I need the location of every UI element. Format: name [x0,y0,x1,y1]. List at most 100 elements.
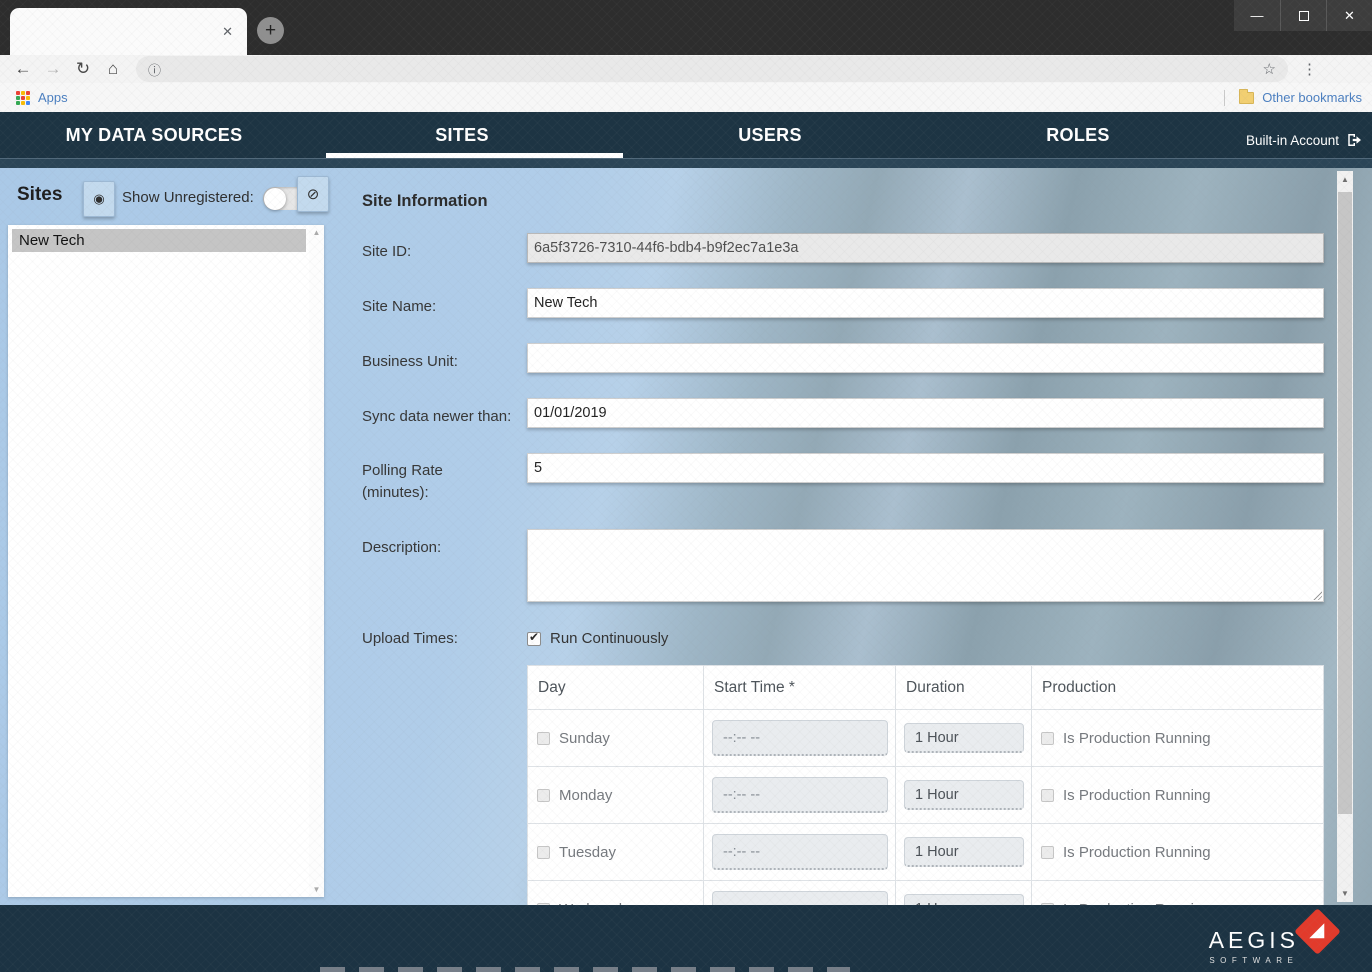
show-unregistered-label: Show Unregistered: [122,189,254,206]
account-area[interactable]: Built-in Account [1246,112,1364,158]
bookmark-star-icon[interactable]: ☆ [1263,60,1276,78]
production-checkbox[interactable] [1041,732,1054,745]
page-title: Site Information [362,192,488,211]
site-name-label: Site Name: [362,296,512,318]
upload-times-table: Day Start Time * Duration Production Sun… [527,665,1324,905]
table-row-duration-cell: 1 Hour [896,710,1032,767]
table-row-day-cell: Tuesday [528,824,704,881]
back-icon[interactable]: ← [8,59,38,79]
duration-select[interactable]: 1 Hour [904,723,1024,753]
nav-tab-sites[interactable]: SITES [308,112,616,158]
table-row-production-cell: Is Production Running [1032,710,1324,767]
block-icon: ⊘ [307,185,320,203]
business-unit-field[interactable] [527,343,1324,373]
table-row-day-cell: Monday [528,767,704,824]
description-field[interactable] [527,529,1324,602]
table-row-time-cell [704,881,896,905]
column-header-duration: Duration [896,666,1032,710]
home-icon[interactable]: ⌂ [98,59,128,79]
new-tab-button[interactable]: + [257,17,284,44]
duration-select[interactable]: 1 Hour [904,837,1024,867]
content-area: Sites ◉ Show Unregistered: ⊘ New Tech ▲ … [0,168,1372,905]
start-time-field[interactable] [712,834,888,870]
logo-diamond-icon [1294,908,1341,955]
browser-menu-icon[interactable]: ⋮ [1302,60,1317,78]
sites-settings-button[interactable]: ◉ [83,181,115,217]
maximize-button[interactable] [1280,0,1326,31]
sync-newer-field[interactable] [527,398,1324,428]
toggle-knob[interactable] [264,188,286,210]
gear-icon: ◉ [93,191,104,207]
main-scrollbar[interactable]: ▲ ▼ [1337,171,1353,902]
active-tab-underline [326,153,623,158]
duration-select[interactable]: 1 Hour [904,780,1024,810]
close-button[interactable]: ✕ [1326,0,1372,31]
day-label: Tuesday [559,844,616,861]
day-label: Sunday [559,730,610,747]
site-list: New Tech ▲ ▼ [8,225,324,897]
logout-icon[interactable] [1346,131,1364,149]
upload-times-label: Upload Times: [362,628,512,650]
maximize-icon [1299,11,1309,21]
unregister-button[interactable]: ⊘ [297,176,329,212]
browser-titlebar: ✕ + — ✕ [0,0,1372,55]
scroll-up-icon[interactable]: ▲ [1337,175,1353,184]
logo-brand-text: AEGIS [1209,927,1299,954]
account-label: Built-in Account [1246,133,1339,148]
table-row-time-cell [704,824,896,881]
site-id-field [527,233,1324,263]
run-continuously-checkbox[interactable]: ✔ [527,632,541,646]
forward-icon[interactable]: → [38,59,68,79]
polling-rate-label: Polling Rate (minutes): [362,460,472,504]
description-label: Description: [362,537,512,559]
bookmarks-separator [1224,90,1225,106]
tab-close-icon[interactable]: ✕ [222,25,233,38]
page-info-icon[interactable]: ⓘ [148,60,161,79]
other-bookmarks[interactable]: Other bookmarks [1262,90,1362,105]
table-row-production-cell: Is Production Running [1032,767,1324,824]
production-label: Is Production Running [1063,730,1211,747]
day-checkbox[interactable] [537,789,550,802]
site-list-item[interactable]: New Tech [12,229,306,252]
column-header-day: Day [528,666,704,710]
scroll-down-icon[interactable]: ▼ [309,885,324,894]
check-icon: ✔ [529,630,539,644]
nav-tab-users[interactable]: USERS [616,112,924,158]
window-controls: — ✕ [1234,0,1372,31]
address-bar[interactable]: ⓘ ☆ [136,56,1288,82]
run-continuously-label: Run Continuously [550,630,668,647]
day-checkbox[interactable] [537,846,550,859]
production-label: Is Production Running [1063,787,1211,804]
run-continuously-row: ✔ Run Continuously [527,630,668,647]
scrollbar-thumb[interactable] [1338,192,1352,814]
site-list-scrollbar[interactable]: ▲ ▼ [309,225,324,897]
start-time-field[interactable] [712,891,888,905]
site-name-field[interactable] [527,288,1324,318]
app-navbar: MY DATA SOURCES SITES USERS ROLES Built-… [0,112,1372,158]
sidebar-title: Sites [17,184,62,206]
reload-icon[interactable]: ↻ [68,59,98,79]
table-row-day-cell: Wednesday [528,881,704,905]
browser-toolbar: ← → ↻ ⌂ ⓘ ☆ ⋮ [0,55,1372,83]
browser-tab[interactable]: ✕ [10,8,247,55]
production-checkbox[interactable] [1041,846,1054,859]
day-checkbox[interactable] [537,732,550,745]
scroll-up-icon[interactable]: ▲ [309,228,324,237]
start-time-field[interactable] [712,777,888,813]
apps-grid-icon[interactable] [16,91,30,105]
production-label: Is Production Running [1063,844,1211,861]
start-time-field[interactable] [712,720,888,756]
column-header-start-time: Start Time * [704,666,896,710]
polling-rate-field[interactable] [527,453,1324,483]
nav-tab-my-data-sources[interactable]: MY DATA SOURCES [0,112,308,158]
scroll-down-icon[interactable]: ▼ [1337,889,1353,898]
table-row-duration-cell: 1 Hour [896,881,1032,905]
minimize-button[interactable]: — [1234,0,1280,31]
render-artifact-strip [320,967,850,972]
column-header-production: Production [1032,666,1324,710]
production-checkbox[interactable] [1041,789,1054,802]
table-row-production-cell: Is Production Running [1032,881,1324,905]
duration-select[interactable]: 1 Hour [904,894,1024,905]
navbar-accent-strip [0,158,1372,168]
apps-shortcut[interactable]: Apps [38,90,68,105]
